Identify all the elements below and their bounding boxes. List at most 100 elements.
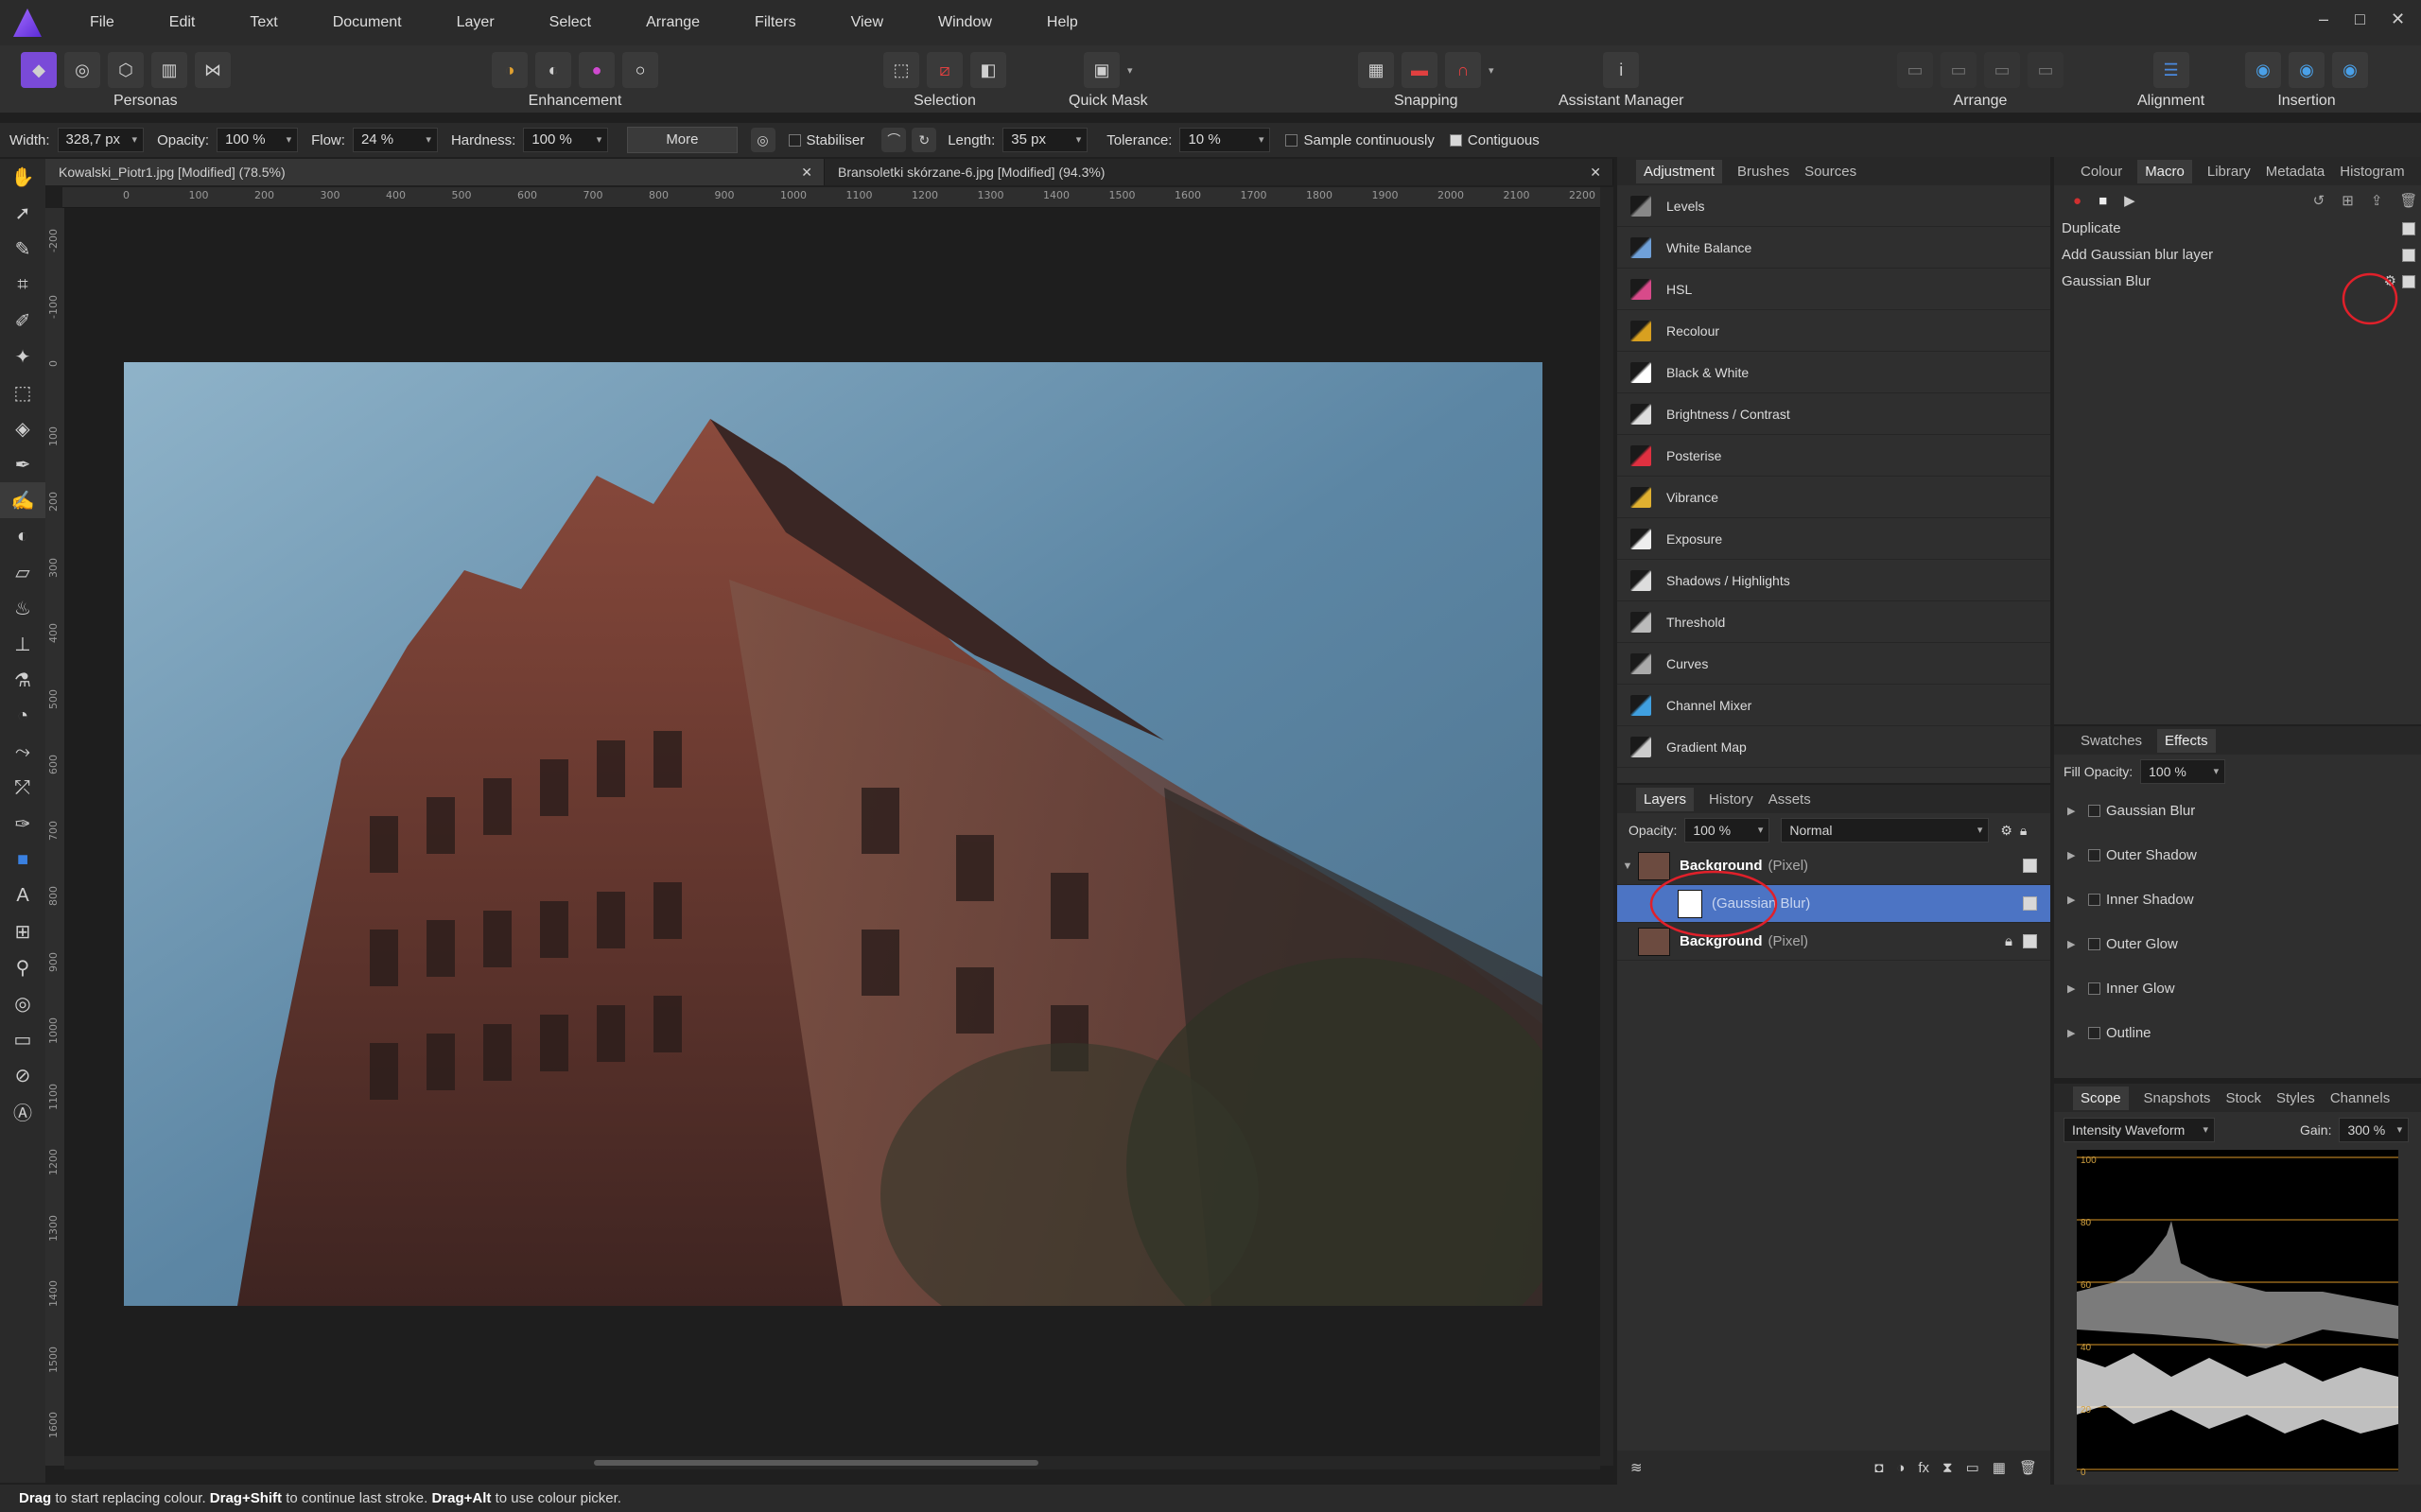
tab-sources[interactable]: Sources — [1804, 164, 1856, 180]
rope-mode-icon[interactable]: ⌒ — [881, 128, 907, 152]
tab-swatches[interactable]: Swatches — [2081, 733, 2142, 749]
menu-window[interactable]: Window — [911, 14, 1019, 31]
horizontal-scrollbar[interactable] — [64, 1456, 1600, 1469]
adjustment-item[interactable]: Levels — [1617, 185, 2050, 227]
tab-channels[interactable]: Channels — [2330, 1090, 2390, 1106]
menu-help[interactable]: Help — [1019, 14, 1106, 31]
add-adjustment-icon[interactable]: ◑ — [1896, 1460, 1905, 1476]
tab-history[interactable]: History — [1709, 791, 1753, 808]
tab-layers[interactable]: Layers — [1636, 787, 1695, 811]
move-front-icon[interactable]: ▭ — [2028, 52, 2064, 88]
effect-checkbox[interactable] — [2088, 849, 2100, 861]
fill-opacity-field[interactable]: 100 % — [2140, 759, 2226, 784]
hardness-field[interactable]: 100 % — [523, 128, 609, 152]
effect-expand-icon[interactable]: ▶ — [2067, 938, 2088, 950]
tab-macro[interactable]: Macro — [2137, 159, 2192, 183]
macro-step-add-blur-layer[interactable]: Add Gaussian blur layer — [2054, 242, 2421, 269]
layer-opacity-field[interactable]: 100 % — [1684, 818, 1770, 843]
adjustment-item[interactable]: Brightness / Contrast — [1617, 393, 2050, 435]
flow-field[interactable]: 24 % — [352, 128, 438, 152]
window-mode-icon[interactable]: ↻ — [912, 128, 937, 152]
gain-field[interactable]: 300 % — [2339, 1118, 2410, 1142]
layer-visibility-checkbox[interactable] — [2023, 896, 2037, 911]
primary-colour-icon[interactable]: ◎ — [0, 985, 45, 1021]
scope-mode-select[interactable]: Intensity Waveform — [2064, 1118, 2215, 1142]
tab-styles[interactable]: Styles — [2276, 1090, 2315, 1106]
effect-item[interactable]: ▶ Outer Glow — [2054, 922, 2421, 966]
menu-filters[interactable]: Filters — [727, 14, 824, 31]
add-to-library-icon[interactable]: ⊞ — [2342, 192, 2354, 209]
effect-checkbox[interactable] — [2088, 894, 2100, 906]
horizontal-scroll-thumb[interactable] — [594, 1460, 1038, 1466]
snapping-dropdown-icon[interactable]: ▾ — [1489, 64, 1494, 77]
zoom-tool-icon[interactable]: ⚲ — [0, 949, 45, 985]
adjustment-item[interactable]: Shadows / Highlights — [1617, 560, 2050, 601]
grid-icon[interactable]: ▦ — [1358, 52, 1394, 88]
add-fx-icon[interactable]: fx — [1918, 1460, 1929, 1476]
delete-layer-icon[interactable]: 🗑︎ — [2019, 1459, 2037, 1476]
tab-assets[interactable]: Assets — [1768, 791, 1811, 808]
clear-macro-icon[interactable]: ↺ — [2313, 192, 2325, 209]
macro-step-duplicate[interactable]: Duplicate — [2054, 216, 2421, 242]
adjustment-item[interactable]: Recolour — [1617, 310, 2050, 352]
quick-mask-icon[interactable]: ▣ — [1084, 52, 1121, 88]
photo-persona-icon[interactable]: ◆ — [21, 52, 57, 88]
colour-reset-icon[interactable]: Ⓐ — [0, 1093, 45, 1129]
layer-visibility-checkbox[interactable] — [2023, 934, 2037, 948]
layer-visibility-checkbox[interactable] — [2023, 859, 2037, 873]
insert-inside-icon[interactable]: ◉ — [2332, 52, 2368, 88]
flood-select-tool-icon[interactable]: ✦ — [0, 339, 45, 374]
insert-behind-icon[interactable]: ◉ — [2245, 52, 2281, 88]
liquify-persona-icon[interactable]: ◎ — [64, 52, 100, 88]
add-pixel-layer-icon[interactable]: ▦ — [1993, 1459, 2006, 1476]
contiguous-checkbox[interactable] — [1449, 133, 1462, 147]
move-forward-icon[interactable]: ▭ — [1984, 52, 2020, 88]
menu-arrange[interactable]: Arrange — [618, 14, 727, 31]
marquee-tool-icon[interactable]: ⬚ — [0, 374, 45, 410]
guides-icon[interactable]: ▬ — [1402, 52, 1437, 88]
adjustment-item[interactable]: Curves — [1617, 643, 2050, 685]
menu-layer[interactable]: Layer — [429, 14, 522, 31]
effect-checkbox[interactable] — [2088, 1027, 2100, 1039]
select-all-icon[interactable]: ⬚ — [883, 52, 919, 88]
layer-expand-icon[interactable]: ▼ — [1617, 860, 1638, 872]
stop-icon[interactable]: ■ — [2099, 193, 2107, 209]
adjustment-item[interactable]: Threshold — [1617, 601, 2050, 643]
auto-levels-icon[interactable]: ◑ — [492, 52, 528, 88]
effect-item[interactable]: ▶ Outer Shadow — [2054, 833, 2421, 878]
effect-expand-icon[interactable]: ▶ — [2067, 805, 2088, 817]
view-hand-tool-icon[interactable]: ✋ — [0, 159, 45, 195]
pen-tool-icon[interactable]: ✑ — [0, 806, 45, 842]
add-group-icon[interactable]: ▭ — [1966, 1459, 1979, 1476]
close-doc-1-icon[interactable]: ✕ — [801, 159, 812, 185]
effect-item[interactable]: ▶ Gaussian Blur — [2054, 789, 2421, 833]
quick-mask-dropdown-icon[interactable]: ▾ — [1127, 64, 1133, 77]
effect-expand-icon[interactable]: ▶ — [2067, 894, 2088, 906]
colour-swap-icon[interactable]: ⊘ — [0, 1057, 45, 1093]
smudge-tool-icon[interactable]: ⤳ — [0, 734, 45, 770]
width-field[interactable]: 328,7 px — [57, 128, 145, 152]
menu-text[interactable]: Text — [222, 14, 305, 31]
adjustment-item[interactable]: White Balance — [1617, 227, 2050, 269]
close-doc-2-icon[interactable]: ✕ — [1590, 159, 1601, 185]
auto-white-balance-icon[interactable]: ○ — [622, 52, 658, 88]
length-field[interactable]: 35 px — [1002, 128, 1089, 152]
minimize-button[interactable]: – — [2319, 9, 2328, 29]
colour-picker-tool-icon[interactable]: ✎ — [0, 231, 45, 267]
add-mask-icon[interactable]: ◘ — [1874, 1460, 1883, 1476]
selection-brush-tool-icon[interactable]: ✐ — [0, 303, 45, 339]
move-backward-icon[interactable]: ▭ — [1941, 52, 1977, 88]
effect-expand-icon[interactable]: ▶ — [2067, 849, 2088, 861]
tone-mapping-persona-icon[interactable]: ▥ — [151, 52, 187, 88]
colour-replacement-tool-icon[interactable]: ✍ — [0, 482, 45, 518]
adjustment-item[interactable]: Gradient Map — [1617, 726, 2050, 768]
invert-selection-icon[interactable]: ◧ — [970, 52, 1006, 88]
erase-tool-icon[interactable]: ▱ — [0, 554, 45, 590]
more-button[interactable]: More — [627, 127, 738, 153]
maximize-button[interactable]: □ — [2355, 9, 2365, 29]
sample-continuously-checkbox[interactable] — [1285, 133, 1298, 147]
macro-step-checkbox[interactable] — [2402, 222, 2415, 235]
macro-step-checkbox[interactable] — [2402, 249, 2415, 262]
tab-scope[interactable]: Scope — [2073, 1086, 2129, 1110]
adjustment-item[interactable]: Black & White — [1617, 352, 2050, 393]
